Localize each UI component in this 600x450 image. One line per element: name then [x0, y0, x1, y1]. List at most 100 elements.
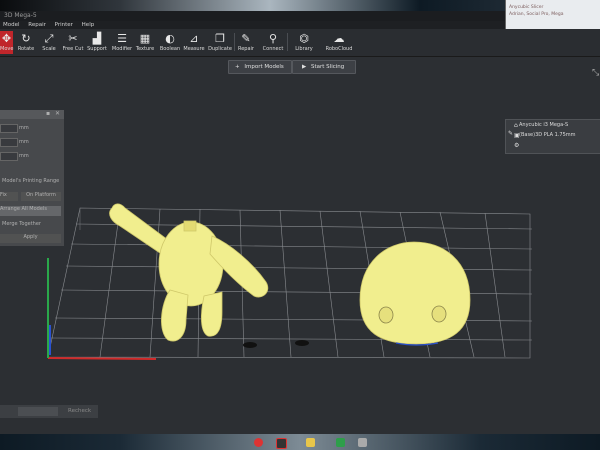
move-icon: ✥ — [1, 32, 12, 45]
measure-icon: ⊿ — [189, 32, 199, 45]
measure-tool[interactable]: ⊿ Measure — [183, 31, 205, 54]
repair-tool[interactable]: ✎ Repair — [236, 31, 256, 54]
unit-label: mm — [19, 153, 29, 159]
toolbar-separator — [234, 33, 235, 51]
window-titlebar[interactable]: 3D Mega-5 — [0, 11, 505, 21]
tool-label: Scale — [42, 46, 56, 52]
unit-label: mm — [19, 125, 29, 131]
modifier-icon: ☰ — [117, 32, 127, 45]
fix-button[interactable]: Fix — [0, 192, 18, 201]
tool-label: Move — [0, 46, 14, 52]
printer-icon: ⌂ — [514, 122, 518, 129]
gear-icon[interactable]: ⚙ — [514, 142, 519, 149]
tool-label: Measure — [183, 46, 205, 52]
bottom-bar: Recheck — [0, 405, 98, 418]
printing-range-label: Model's Printing Range — [2, 178, 60, 184]
chrome-icon[interactable] — [254, 438, 263, 447]
tool-label: Boolean — [159, 46, 181, 52]
import-models-button[interactable]: + Import Models — [228, 60, 292, 74]
axis-x — [47, 357, 157, 360]
plus-icon: + — [235, 64, 240, 70]
import-label: Import Models — [244, 64, 284, 70]
robocloud-tool[interactable]: ☁ RoboCloud — [324, 31, 354, 54]
unit-label: mm — [19, 139, 29, 145]
toolbar-separator — [287, 33, 288, 51]
duplicate-tool[interactable]: ❐ Duplicate — [208, 31, 232, 54]
printer-panel: ✎ ⌂ Anycubic i3 Mega-S ▣ (Base)3D PLA 1.… — [505, 119, 600, 154]
tool-label: Free Cut — [62, 46, 84, 52]
scissors-icon: ✂ — [68, 32, 78, 45]
scale-tool[interactable]: ⤢ Scale — [40, 31, 58, 54]
menu-model[interactable]: Model — [3, 22, 20, 28]
tool-label: Modifier — [111, 46, 133, 52]
bottom-left-button[interactable] — [18, 407, 58, 416]
tool-label: Library — [295, 46, 313, 52]
tool-label: Connect — [262, 46, 284, 52]
boolean-icon: ◐ — [165, 32, 175, 45]
texture-icon: ▦ — [139, 32, 151, 45]
3d-viewport[interactable] — [0, 57, 600, 434]
duplicate-icon: ❐ — [215, 32, 225, 45]
wrench-icon: ✎ — [241, 32, 251, 45]
connect-icon: ⚲ — [268, 32, 278, 45]
boolean-tool[interactable]: ◐ Boolean — [159, 31, 181, 54]
slice-label: Start Slicing — [310, 64, 345, 70]
tool-label: Support — [87, 46, 107, 52]
tool-label: Rotate — [17, 46, 35, 52]
free-cut-tool[interactable]: ✂ Free Cut — [62, 31, 84, 54]
menu-help[interactable]: Help — [82, 22, 95, 28]
taskbar — [0, 434, 600, 450]
scale-icon: ⤢ — [44, 32, 54, 45]
on-platform-button[interactable]: On Platform — [21, 192, 61, 201]
model-creature — [109, 203, 269, 342]
toolbar: ✥ Move ↻ Rotate ⤢ Scale ✂ Free Cut ▟ Sup… — [0, 29, 600, 57]
menu-bar: Model Repair Printer Help — [0, 21, 505, 29]
model-fragment — [243, 342, 257, 348]
recheck-button[interactable]: Recheck — [68, 408, 91, 414]
fix-label: Fix — [0, 192, 7, 198]
window-title: 3D Mega-5 — [4, 12, 37, 19]
filament-name[interactable]: (Base)3D PLA 1.75mm — [519, 132, 576, 138]
rotate-icon: ↻ — [21, 32, 31, 45]
printer-name[interactable]: Anycubic i3 Mega-S — [519, 122, 568, 128]
apply-button[interactable]: Apply — [0, 234, 61, 243]
app-icon[interactable] — [358, 438, 367, 447]
rotate-tool[interactable]: ↻ Rotate — [16, 31, 36, 54]
library-tool[interactable]: ⏣ Library — [293, 31, 315, 54]
app-icon[interactable] — [276, 438, 287, 449]
x-field[interactable] — [0, 124, 18, 133]
tool-label: Repair — [237, 46, 254, 52]
move-panel: ▪ ✕ mm mm mm Model's Printing Range Fix … — [0, 110, 64, 246]
z-field[interactable] — [0, 152, 18, 161]
connect-tool[interactable]: ⚲ Connect — [261, 31, 285, 54]
build-plate-scene[interactable] — [0, 57, 600, 434]
modifier-tool[interactable]: ☰ Modifier — [111, 31, 133, 54]
library-icon: ⏣ — [299, 32, 309, 45]
support-icon: ▟ — [92, 32, 102, 45]
excel-icon[interactable] — [336, 438, 345, 447]
texture-tool[interactable]: ▦ Texture — [135, 31, 155, 54]
close-icon[interactable]: ✕ — [55, 110, 60, 117]
move-tool[interactable]: ✥ Move — [0, 31, 13, 54]
support-tool[interactable]: ▟ Support — [86, 31, 108, 54]
model-head — [359, 241, 471, 346]
menu-printer[interactable]: Printer — [55, 22, 73, 28]
resize-handle-icon[interactable]: ⤡ — [592, 68, 599, 78]
cloud-icon: ☁ — [333, 32, 345, 45]
tool-label: RoboCloud — [325, 46, 353, 52]
start-slicing-button[interactable]: ▶ Start Slicing — [292, 60, 356, 74]
background-window-line: Adrian, Social Pro, Mega — [509, 12, 564, 17]
play-icon: ▶ — [302, 64, 307, 70]
arrange-label: Arrange All Models — [0, 206, 47, 212]
arrange-all-button[interactable]: Arrange All Models — [0, 206, 61, 216]
edit-icon[interactable]: ✎ — [508, 130, 513, 137]
tool-label: Duplicate — [208, 46, 232, 52]
menu-repair[interactable]: Repair — [28, 22, 46, 28]
pin-icon[interactable]: ▪ — [46, 110, 50, 117]
on-platform-label: On Platform — [26, 192, 56, 198]
merge-label: Merge Together — [2, 221, 41, 227]
model-fragment — [295, 340, 309, 346]
apply-label: Apply — [23, 234, 38, 240]
folder-icon[interactable] — [306, 438, 315, 447]
y-field[interactable] — [0, 138, 18, 147]
